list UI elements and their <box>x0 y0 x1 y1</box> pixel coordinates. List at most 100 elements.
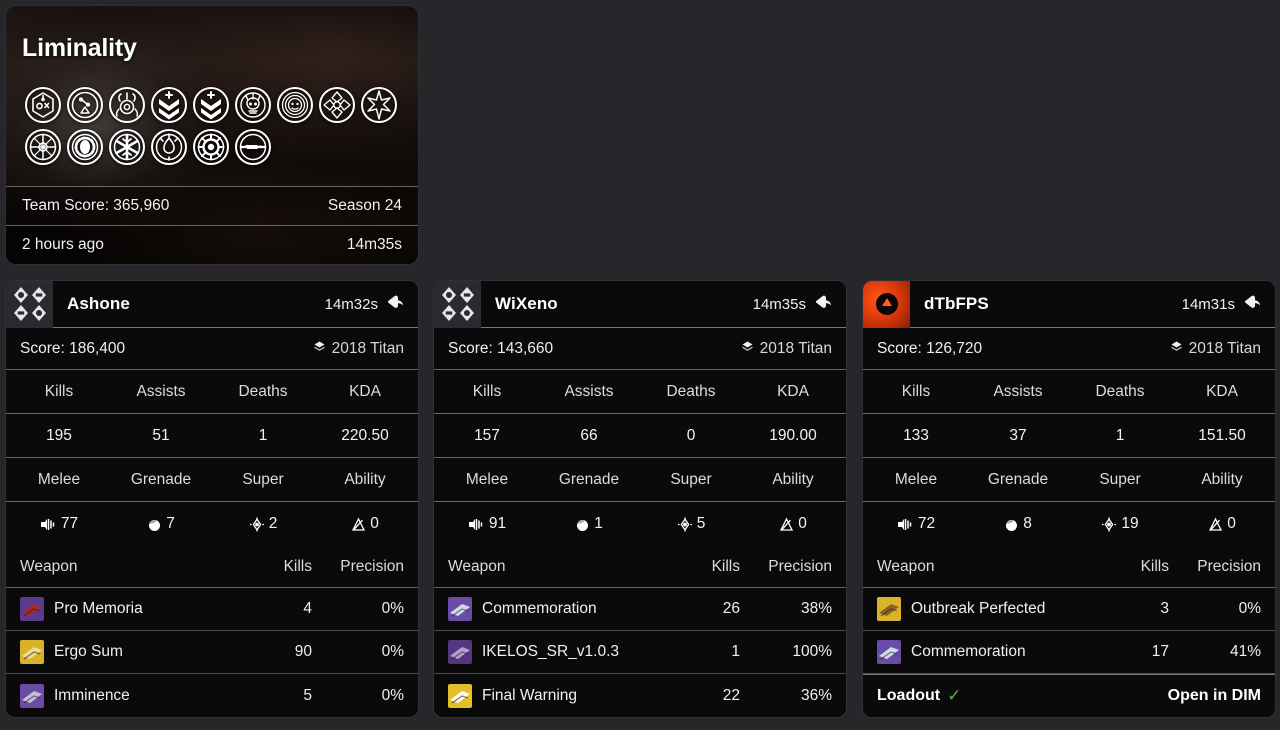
open-in-dim-button[interactable]: Open in DIM <box>1168 687 1261 705</box>
player-name[interactable]: WiXeno <box>481 294 753 314</box>
weapon-kills: 1 <box>731 643 740 660</box>
ability-count: 0 <box>798 515 807 532</box>
ability-value-melee: 77 <box>8 515 110 533</box>
stat-header-kills: Kills <box>472 382 502 400</box>
ability-count: 2 <box>268 515 278 532</box>
ability-value-grenade: 1 <box>538 515 640 533</box>
compass-burst-icon[interactable] <box>318 86 356 124</box>
player-name[interactable]: Ashone <box>53 294 325 314</box>
weapon-row[interactable]: Pro Memoria 4 0% <box>6 588 418 631</box>
chevron-down-plus-2-icon[interactable] <box>192 86 230 124</box>
weapon-header-kills: Kills <box>711 557 740 575</box>
weapon-row[interactable]: IKELOS_SR_v1.0.3 1 100% <box>434 631 846 674</box>
melee-icon <box>468 517 485 532</box>
weapon-row[interactable]: Outbreak Perfected 3 0% <box>863 588 1275 631</box>
stat-value-deaths: 0 <box>686 426 696 444</box>
stat-value-row: 157 66 0 190.00 <box>434 414 846 458</box>
hexagon-chemical-icon[interactable] <box>24 86 62 124</box>
ability-value-ability: 0 <box>314 515 416 533</box>
stat-header-assists: Assists <box>993 382 1043 400</box>
ability-count: 5 <box>696 515 706 532</box>
super-icon <box>249 517 265 532</box>
weapon-name-cell: Commemoration <box>448 597 650 621</box>
titan-mark-icon <box>313 340 326 358</box>
arc-conduction-icon[interactable] <box>108 86 146 124</box>
weapon-precision: 0% <box>381 600 404 617</box>
snowflake-burst-icon[interactable] <box>108 128 146 166</box>
ability-header-melee: Melee <box>37 470 81 488</box>
scope-rifle-icon[interactable] <box>234 128 272 166</box>
grenade-icon <box>147 517 162 532</box>
weapon-header-precision: Precision <box>1197 557 1261 575</box>
chevron-down-plus-icon[interactable] <box>150 86 188 124</box>
percent-triangle-icon[interactable] <box>66 86 104 124</box>
activity-time-row: 2 hours ago 14m35s <box>6 225 418 264</box>
weapon-header-name: Weapon <box>877 557 935 575</box>
flame-shield-icon[interactable] <box>150 128 188 166</box>
ability-header-ability: Ability <box>344 470 386 488</box>
weapon-name-cell: Ergo Sum <box>20 640 222 664</box>
starburst-spikes-icon[interactable] <box>360 86 398 124</box>
ability-header-melee: Melee <box>894 470 938 488</box>
ability-value-row: 77 7 2 0 <box>6 502 418 546</box>
score-row: Score: 143,660 2018 Titan <box>434 328 846 370</box>
ability-header-row: Melee Grenade Super Ability <box>434 458 846 502</box>
stat-value-kda: 151.50 <box>1198 426 1246 444</box>
ability-count: 8 <box>1023 515 1032 532</box>
weapon-thumbnail-icon <box>20 683 44 708</box>
player-class-label: 2018 Titan <box>331 339 404 357</box>
weapon-row[interactable]: Commemoration 26 38% <box>434 588 846 631</box>
player-class: 2018 Titan <box>1170 340 1261 358</box>
player-duration: 14m35s <box>752 295 806 313</box>
player-card-header: dTbFPS 14m31s <box>863 281 1275 328</box>
weapon-thumbnail-icon <box>20 640 44 664</box>
radiant-orb-icon[interactable] <box>66 128 104 166</box>
gear-ring-icon[interactable] <box>192 128 230 166</box>
weapon-name: Final Warning <box>482 686 578 704</box>
diamond-quad-emblem <box>6 281 53 328</box>
weapon-kills: 90 <box>294 643 312 660</box>
activity-card[interactable]: Liminality Team Score: 365,960 Season 24… <box>6 6 418 264</box>
ability-header-grenade: Grenade <box>558 470 620 488</box>
weapon-header-kills: Kills <box>1140 557 1169 575</box>
stat-header-deaths: Deaths <box>1095 382 1145 400</box>
loadout-label-group[interactable]: Loadout ✓ <box>877 686 961 706</box>
weapon-kills: 26 <box>722 600 740 617</box>
stat-header-kills: Kills <box>44 382 74 400</box>
radial-face-icon[interactable] <box>276 86 314 124</box>
ability-header-ability: Ability <box>1201 470 1243 488</box>
crowned-skull-icon[interactable] <box>234 86 272 124</box>
activity-meta-rows: Team Score: 365,960 Season 24 2 hours ag… <box>6 186 418 264</box>
match-report-page: Liminality Team Score: 365,960 Season 24… <box>0 0 1280 730</box>
ability-header-super: Super <box>1099 470 1141 488</box>
stat-value-kda: 220.50 <box>341 426 389 444</box>
melee-icon <box>897 517 914 532</box>
player-class: 2018 Titan <box>741 340 832 358</box>
weapon-row[interactable]: Commemoration 17 41% <box>863 631 1275 674</box>
melee-icon <box>40 517 57 532</box>
layers-icon[interactable] <box>1244 295 1261 314</box>
player-name[interactable]: dTbFPS <box>910 294 1182 314</box>
ability-header-super: Super <box>242 470 284 488</box>
layers-icon[interactable] <box>815 295 832 314</box>
weapon-row[interactable]: Imminence 5 0% <box>6 674 418 717</box>
weapon-row[interactable]: Ergo Sum 90 0% <box>6 631 418 674</box>
weapon-header-kills: Kills <box>283 557 312 575</box>
stat-header-row: Kills Assists Deaths KDA <box>434 370 846 414</box>
player-score-label: Score: 126,720 <box>877 339 983 357</box>
score-row: Score: 186,400 2018 Titan <box>6 328 418 370</box>
ability-value-super: 2 <box>212 515 314 533</box>
ability-count: 77 <box>60 515 79 532</box>
wheel-cross-icon[interactable] <box>24 128 62 166</box>
player-class: 2018 Titan <box>313 340 404 358</box>
stat-header-kda: KDA <box>777 382 809 400</box>
stat-value-assists: 37 <box>1009 426 1027 444</box>
ability-count: 19 <box>1121 515 1139 532</box>
weapon-precision: 38% <box>800 600 832 617</box>
weapon-row[interactable]: Final Warning 22 36% <box>434 674 846 717</box>
layers-icon[interactable] <box>387 295 404 314</box>
weapon-thumbnail-icon <box>20 597 44 621</box>
loadout-label: Loadout <box>877 687 941 704</box>
stat-value-kills: 157 <box>474 426 500 444</box>
player-class-label: 2018 Titan <box>1188 339 1261 357</box>
